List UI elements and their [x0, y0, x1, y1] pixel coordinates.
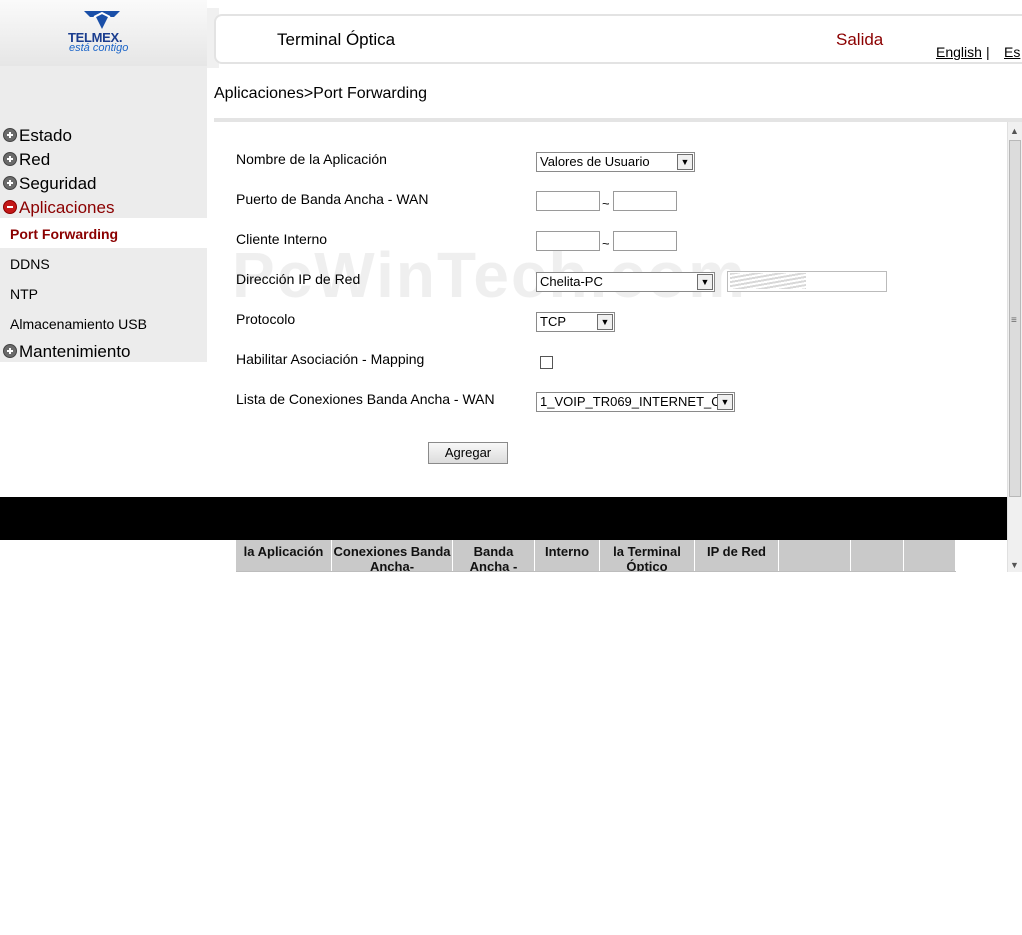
sidebar-item-seguridad[interactable]: Seguridad [3, 174, 97, 194]
scroll-down-icon[interactable]: ▼ [1010, 560, 1019, 570]
wan-port-start-input[interactable] [536, 191, 600, 211]
sidebar-item-label: Estado [19, 126, 72, 145]
scroll-up-icon[interactable]: ▲ [1010, 126, 1019, 136]
redaction-bar [0, 497, 1022, 540]
sidebar-item-label: Mantenimiento [19, 342, 131, 361]
language-english-link[interactable]: English [936, 44, 982, 60]
table-header-cell: la Aplicación [236, 540, 332, 572]
chevron-down-icon: ▼ [597, 314, 613, 330]
protocol-select[interactable]: TCP ▼ [536, 312, 615, 332]
collapse-icon [3, 200, 17, 214]
client-port-start-input[interactable] [536, 231, 600, 251]
submenu-ddns[interactable]: DDNS [10, 256, 50, 272]
client-label: Cliente Interno [236, 231, 328, 247]
table-header-cell: Conexiones Banda Ancha- [332, 540, 453, 572]
table-header-cell [779, 540, 851, 572]
wan-list-select-value: 1_VOIP_TR069_INTERNET_O [540, 394, 722, 409]
submenu-usb-storage[interactable]: Almacenamiento USB [10, 316, 147, 332]
sidebar-item-red[interactable]: Red [3, 150, 50, 170]
chevron-down-icon: ▼ [717, 394, 733, 410]
chevron-down-icon: ▼ [677, 154, 693, 170]
app-name-select-value: Valores de Usuario [540, 154, 650, 169]
range-separator: ~ [602, 236, 610, 251]
sidebar-header [0, 66, 207, 118]
app-name-label: Nombre de la Aplicación [236, 151, 387, 167]
app-name-select[interactable]: Valores de Usuario ▼ [536, 152, 695, 172]
range-separator: ~ [602, 196, 610, 211]
grip-icon: ≡ [1011, 315, 1017, 326]
sidebar-item-label: Aplicaciones [19, 198, 115, 217]
redaction-scribble [730, 273, 806, 289]
language-separator: | [986, 44, 990, 60]
protocol-select-value: TCP [540, 314, 566, 329]
lan-ip-select[interactable]: Chelita-PC ▼ [536, 272, 715, 292]
expand-icon [3, 176, 17, 190]
table-header-cell: Banda Ancha - [453, 540, 535, 572]
wan-port-end-input[interactable] [613, 191, 677, 211]
expand-icon [3, 152, 17, 166]
sidebar-item-label: Red [19, 150, 51, 169]
expand-icon [3, 344, 17, 358]
table-header-cell [904, 540, 956, 572]
table-header-cell: Interno [535, 540, 600, 572]
lan-ip-select-value: Chelita-PC [540, 274, 603, 289]
language-spanish-link[interactable]: Es [1004, 44, 1020, 60]
table-header-cell [851, 540, 904, 572]
app-title: Terminal Óptica [277, 30, 396, 49]
sidebar-item-aplicaciones[interactable]: Aplicaciones [3, 198, 114, 218]
brand-tagline: está contigo [69, 42, 129, 54]
chevron-down-icon: ▼ [697, 274, 713, 290]
submenu-port-forwarding[interactable]: Port Forwarding [10, 226, 118, 242]
breadcrumb: Aplicaciones>Port Forwarding [214, 85, 427, 102]
sidebar-item-mantenimiento[interactable]: Mantenimiento [3, 342, 131, 362]
submenu-ntp[interactable]: NTP [10, 286, 38, 302]
content-divider [214, 118, 1022, 122]
lan-ip-label: Dirección IP de Red [236, 271, 361, 287]
sidebar-item-estado[interactable]: Estado [3, 126, 72, 146]
wan-port-label: Puerto de Banda Ancha - WAN [236, 191, 429, 207]
table-header-cell: la Terminal Óptico [600, 540, 695, 572]
mapping-checkbox[interactable] [540, 356, 553, 369]
sidebar-item-label: Seguridad [19, 174, 97, 193]
client-port-end-input[interactable] [613, 231, 677, 251]
table-header-cell: IP de Red [695, 540, 779, 572]
wan-list-select[interactable]: 1_VOIP_TR069_INTERNET_O ▼ [536, 392, 735, 412]
logout-link[interactable]: Salida [836, 30, 883, 50]
add-button[interactable]: Agregar [428, 442, 508, 464]
table-border [236, 571, 956, 572]
expand-icon [3, 128, 17, 142]
mapping-label: Habilitar Asociación - Mapping [236, 351, 425, 367]
wan-list-label: Lista de Conexiones Banda Ancha - WAN [236, 391, 495, 407]
telmex-logo-icon [84, 11, 120, 29]
protocol-label: Protocolo [236, 311, 296, 327]
